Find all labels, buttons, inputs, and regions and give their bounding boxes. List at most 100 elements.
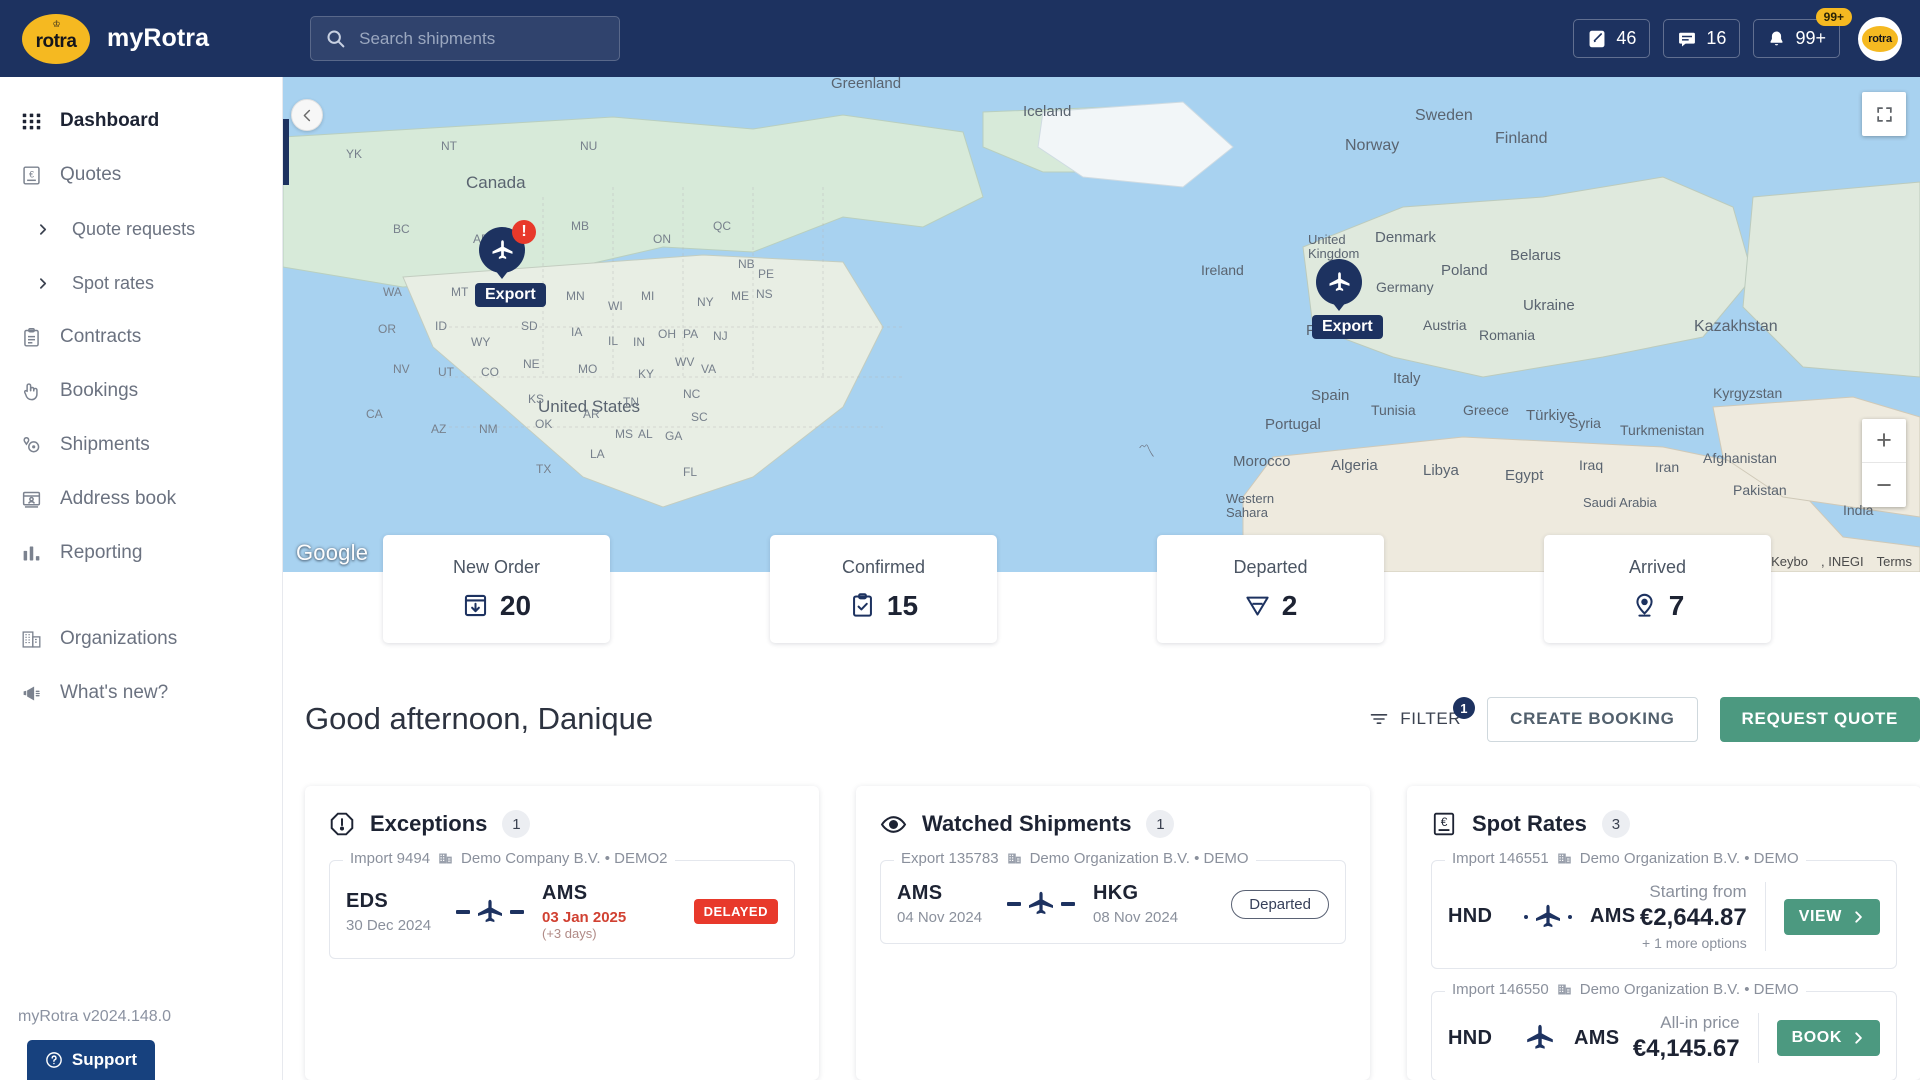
status-card-value: 15	[886, 589, 919, 621]
sidebar-item-whats-new[interactable]: What's new?	[0, 666, 282, 720]
filter-button[interactable]: FILTER 1	[1369, 697, 1476, 729]
view-rate-button[interactable]: VIEW	[1783, 898, 1880, 935]
panel-count-badge: 1	[502, 810, 531, 838]
map-label: FL	[683, 465, 698, 479]
map-label: Denmark	[1375, 229, 1436, 246]
search-container[interactable]	[310, 16, 621, 61]
map-label: NY	[697, 295, 714, 309]
status-badge: Departed	[1231, 889, 1329, 919]
page-actions: FILTER 1 CREATE BOOKING REQUEST QUOTE	[1369, 696, 1920, 742]
origin-date: 04 Nov 2024	[897, 909, 983, 926]
megaphone-icon	[16, 683, 46, 704]
map-marker-export-europe[interactable]: Export	[1312, 259, 1387, 339]
grid-icon	[16, 111, 46, 132]
sidebar-item-quote-requests[interactable]: Quote requests	[0, 202, 282, 256]
fullscreen-button[interactable]	[1862, 92, 1906, 136]
messages-pill[interactable]: 16	[1663, 19, 1741, 58]
shipment-organization: Demo Company B.V. • DEMO2	[461, 850, 668, 867]
map-marker-export-americas[interactable]: ! Export	[475, 220, 550, 307]
map-label: WI	[608, 299, 623, 313]
map-label: GA	[665, 429, 683, 443]
status-card-value-wrap: 2	[1244, 590, 1297, 622]
status-card-arrived[interactable]: Arrived 7	[1544, 535, 1771, 643]
sidebar-item-spot-rates[interactable]: Spot rates	[0, 256, 282, 310]
plane-icon	[478, 899, 502, 922]
map-label: PE	[758, 267, 775, 281]
zoom-in-button[interactable]: +	[1862, 419, 1906, 463]
map-label: NV	[393, 362, 410, 376]
map-label: NJ	[713, 329, 728, 343]
zoom-out-button[interactable]: −	[1862, 463, 1906, 507]
building-icon	[1007, 851, 1022, 866]
air-mode-icon	[1007, 889, 1075, 919]
sidebar-item-organizations[interactable]: Organizations	[0, 612, 282, 666]
sidebar-item-shipments[interactable]: Shipments	[0, 418, 282, 472]
map-zoom-controls: + −	[1862, 419, 1906, 507]
watched-shipment-row[interactable]: Export 135783 Demo Organization B.V. • D…	[880, 850, 1346, 944]
tasks-pill[interactable]: 46	[1573, 19, 1651, 58]
plane-icon	[1536, 904, 1560, 927]
map-panel[interactable]: Greenland Iceland Canada Sweden Finland …	[283, 77, 1920, 572]
marker-label: Export	[475, 283, 546, 307]
map-label: NM	[479, 422, 498, 436]
book-rate-button[interactable]: BOOK	[1776, 1020, 1880, 1056]
clipboard-check-icon	[849, 592, 876, 619]
rate-figures: All-in price €4,145.67	[1633, 1013, 1759, 1063]
shipment-pin-icon	[16, 435, 46, 456]
eye-icon	[880, 811, 907, 838]
map-label: United Kingdom	[1308, 232, 1360, 262]
spot-rate-row[interactable]: Import 146550 Demo Organization B.V. • D…	[1431, 981, 1897, 1080]
request-quote-button[interactable]: REQUEST QUOTE	[1719, 696, 1920, 742]
status-card-value-wrap: 20	[462, 590, 531, 622]
building-icon	[1557, 851, 1572, 866]
status-badge: DELAYED	[693, 899, 778, 924]
sidebar-item-address-book[interactable]: Address book	[0, 472, 282, 526]
map-label: IN	[633, 335, 645, 349]
sidebar-item-quotes[interactable]: € Quotes	[0, 148, 282, 202]
rotra-logo-icon: ♔ rotra	[22, 13, 90, 64]
sidebar-item-bookings[interactable]: Bookings	[0, 364, 282, 418]
origin-code: HND	[1448, 905, 1493, 927]
map-label: Algeria	[1331, 457, 1378, 474]
map-label: ME	[731, 289, 749, 303]
support-button[interactable]: Support	[27, 1040, 155, 1080]
route-dash	[1007, 902, 1021, 906]
sidebar-item-contracts[interactable]: Contracts	[0, 310, 282, 364]
spot-rate-row[interactable]: Import 146551 Demo Organization B.V. • D…	[1431, 850, 1897, 969]
exception-shipment-row[interactable]: Import 9494 Demo Company B.V. • DEMO2 ED…	[329, 850, 795, 959]
map-label: PA	[683, 327, 699, 341]
marker-label: Export	[1312, 315, 1383, 339]
status-card-departed[interactable]: Departed 2	[1157, 535, 1384, 643]
map-label: Poland	[1441, 262, 1488, 279]
status-card-confirmed[interactable]: Confirmed 15	[770, 535, 997, 643]
greeting-row: Good afternoon, Danique FILTER 1 CREATE …	[283, 688, 1920, 750]
map-label: OK	[535, 417, 553, 431]
sidebar: Dashboard € Quotes Quote requests Spot r…	[0, 77, 283, 1080]
avatar[interactable]: rotra	[1858, 16, 1902, 61]
brand-logo[interactable]: ♔ rotra myRotra	[22, 13, 209, 64]
destination-leg: HKG 08 Nov 2024	[1093, 882, 1185, 926]
search-input[interactable]	[359, 28, 606, 49]
support-label: Support	[71, 1050, 138, 1069]
sidebar-item-reporting[interactable]: Reporting	[0, 526, 282, 580]
sidebar-item-label: Bookings	[60, 380, 139, 401]
destination-leg: AMS 03 Jan 2025 (+3 days)	[542, 882, 634, 941]
map-cursor-glyph: 〽	[1138, 442, 1155, 461]
sidebar-item-dashboard[interactable]: Dashboard	[0, 94, 282, 148]
sidebar-collapse-button[interactable]	[291, 99, 323, 131]
destination-code: AMS	[1590, 905, 1636, 927]
sidebar-item-label: Quotes	[60, 164, 122, 185]
create-booking-button[interactable]: CREATE BOOKING	[1487, 696, 1698, 742]
map-label: Greece	[1463, 402, 1509, 418]
rate-figures: Starting from €2,644.87 + 1 more options	[1640, 882, 1766, 951]
dashboard-panels: Exceptions 1 Import 9494 Demo Company B.…	[283, 786, 1920, 1080]
shipment-reference: Export 135783	[901, 850, 999, 867]
map-label: WY	[471, 335, 491, 349]
alert-octagon-icon	[329, 811, 355, 837]
panel-title: Exceptions	[370, 811, 488, 836]
chevron-right-icon	[1855, 1032, 1862, 1044]
svg-text:€: €	[1441, 815, 1448, 829]
shipment-organization: Demo Organization B.V. • DEMO	[1579, 981, 1799, 998]
status-card-new-order[interactable]: New Order 20	[383, 535, 610, 643]
app-version: myRotra v2024.148.0	[18, 1008, 171, 1025]
